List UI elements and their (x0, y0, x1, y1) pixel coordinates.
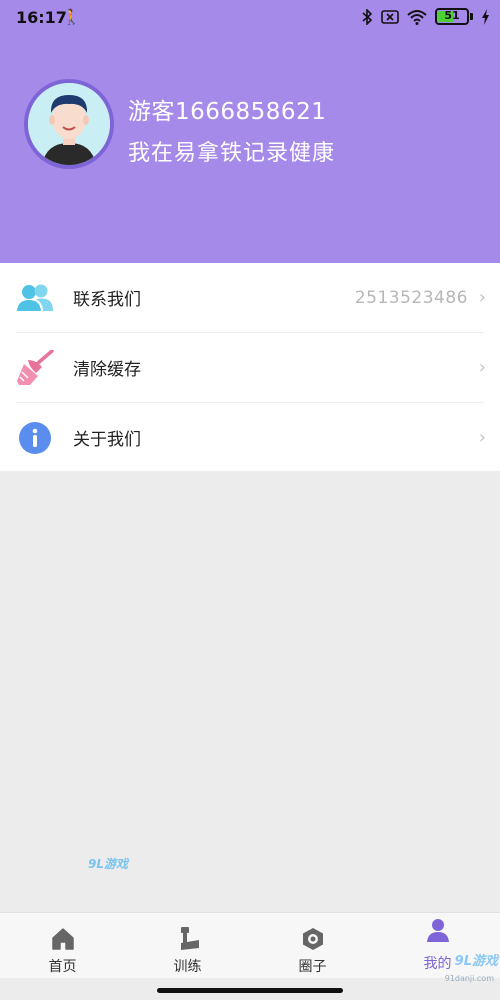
contacts-icon (16, 279, 54, 317)
wifi-icon (407, 9, 427, 25)
user-icon (425, 917, 451, 943)
watermark-corner-url: 91danji.com (444, 974, 494, 983)
chevron-right-icon: › (478, 357, 486, 378)
circle-hexagon-icon (300, 926, 326, 952)
tab-label: 圈子 (298, 959, 327, 975)
dumbbell-icon (175, 926, 201, 952)
tab-label: 我的 (423, 956, 452, 972)
watermark: 9L游戏 (88, 857, 128, 871)
tab-circle[interactable]: 圈子 (250, 913, 375, 979)
avatar[interactable] (24, 79, 114, 169)
contact-number: 2513523486 (354, 287, 468, 308)
settings-menu: 联系我们 2513523486 › 清除缓存 › 关于我们 › (0, 263, 500, 471)
tab-label: 训练 (173, 959, 202, 975)
home-indicator[interactable] (157, 988, 343, 993)
profile-subtitle: 我在易拿铁记录健康 (128, 141, 336, 166)
tab-label: 首页 (48, 959, 77, 975)
avatar-face-icon (28, 83, 110, 165)
chevron-right-icon: › (478, 427, 486, 448)
menu-item-label: 关于我们 (73, 430, 141, 450)
watermark-corner: 9L游戏 (454, 954, 498, 969)
no-sim-icon (381, 9, 399, 24)
menu-item-label: 联系我们 (73, 290, 141, 310)
menu-item-clear-cache[interactable]: 清除缓存 › (0, 333, 500, 402)
menu-item-about-us[interactable]: 关于我们 › (0, 403, 500, 472)
bluetooth-icon (362, 8, 373, 25)
bottom-tab-bar: 首页 训练 圈子 我的 (0, 912, 500, 978)
charging-icon (482, 8, 489, 25)
broom-icon (16, 349, 54, 387)
status-right: 51 (361, 8, 490, 25)
profile-name: 游客1666858621 (128, 99, 327, 125)
info-icon (16, 419, 54, 457)
status-bar: 16:17 🚶 51 (0, 0, 500, 36)
walking-icon: 🚶 (62, 8, 81, 26)
menu-item-contact-us[interactable]: 联系我们 2513523486 › (0, 263, 500, 332)
chevron-right-icon: › (478, 287, 486, 308)
tab-mine[interactable]: 我的 (375, 913, 500, 979)
status-time: 16:17 (16, 8, 67, 27)
battery-indicator: 51 (435, 8, 473, 25)
menu-item-label: 清除缓存 (73, 360, 141, 380)
home-icon (50, 926, 76, 952)
tab-training[interactable]: 训练 (125, 913, 250, 979)
profile-header: 16:17 🚶 51 游客1666858621 我在易拿铁记录健康 (0, 0, 500, 263)
tab-home[interactable]: 首页 (0, 913, 125, 979)
